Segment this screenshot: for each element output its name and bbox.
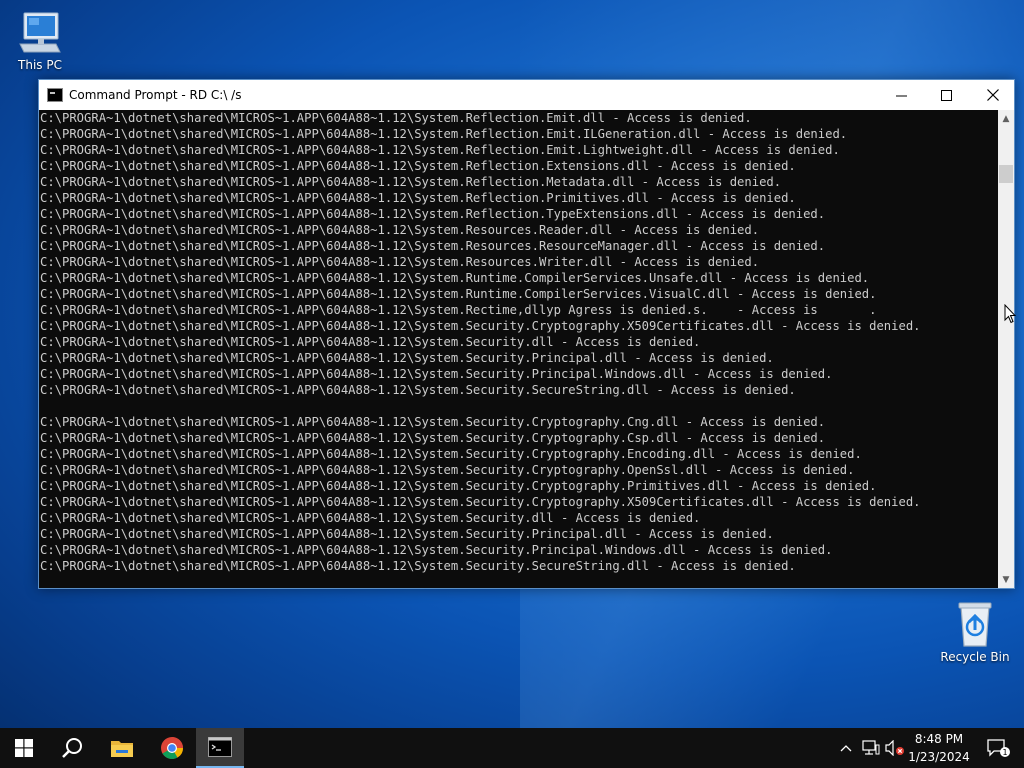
console-line: C:\PROGRA~1\dotnet\shared\MICROS~1.APP\6… (40, 223, 760, 237)
desktop-icon-recycle-bin[interactable]: Recycle Bin (937, 600, 1013, 664)
console-line: C:\PROGRA~1\dotnet\shared\MICROS~1.APP\6… (40, 479, 877, 493)
search-button[interactable] (48, 728, 96, 768)
console-line: C:\PROGRA~1\dotnet\shared\MICROS~1.APP\6… (40, 559, 796, 573)
search-icon (62, 738, 82, 758)
start-button[interactable] (0, 728, 48, 768)
console-line: C:\PROGRA~1\dotnet\shared\MICROS~1.APP\6… (40, 351, 774, 365)
window-titlebar[interactable]: Command Prompt - RD C:\ /s (39, 80, 1014, 110)
console-line: C:\PROGRA~1\dotnet\shared\MICROS~1.APP\6… (40, 303, 877, 317)
window-title: Command Prompt - RD C:\ /s (69, 88, 242, 102)
file-explorer-icon (111, 741, 133, 757)
maximize-button[interactable] (924, 80, 969, 110)
command-prompt-window[interactable]: Command Prompt - RD C:\ /s C:\PROGRA~1\d… (38, 79, 1015, 589)
console-line: C:\PROGRA~1\dotnet\shared\MICROS~1.APP\6… (40, 255, 760, 269)
console-line: C:\PROGRA~1\dotnet\shared\MICROS~1.APP\6… (40, 335, 701, 349)
console-line: C:\PROGRA~1\dotnet\shared\MICROS~1.APP\6… (40, 127, 848, 141)
maximize-icon (941, 89, 952, 101)
recycle-bin-icon (958, 602, 992, 647)
command-prompt-icon (47, 88, 63, 102)
console-output[interactable]: C:\PROGRA~1\dotnet\shared\MICROS~1.APP\6… (39, 110, 998, 588)
network-icon (862, 740, 880, 755)
notification-count: 1 (1002, 748, 1007, 757)
console-line: C:\PROGRA~1\dotnet\shared\MICROS~1.APP\6… (40, 111, 752, 125)
console-line: C:\PROGRA~1\dotnet\shared\MICROS~1.APP\6… (40, 511, 701, 525)
close-button[interactable] (970, 80, 1015, 110)
chevron-up-icon (840, 745, 852, 752)
clock-time: 8:48 PM (914, 732, 964, 746)
console-line: C:\PROGRA~1\dotnet\shared\MICROS~1.APP\6… (40, 143, 840, 157)
clock-date: 1/23/2024 (908, 750, 970, 764)
console-line: C:\PROGRA~1\dotnet\shared\MICROS~1.APP\6… (40, 271, 870, 285)
console-line: C:\PROGRA~1\dotnet\shared\MICROS~1.APP\6… (40, 239, 826, 253)
taskbar: 8:48 PM 1/23/2024 1 (0, 728, 1024, 768)
notification-icon: 1 (987, 739, 1010, 757)
console-line: C:\PROGRA~1\dotnet\shared\MICROS~1.APP\6… (40, 319, 921, 333)
console-line: C:\PROGRA~1\dotnet\shared\MICROS~1.APP\6… (40, 431, 826, 445)
close-icon (986, 89, 999, 101)
console-line: C:\PROGRA~1\dotnet\shared\MICROS~1.APP\6… (40, 495, 921, 509)
console-line: C:\PROGRA~1\dotnet\shared\MICROS~1.APP\6… (40, 415, 826, 429)
taskbar-command-prompt[interactable] (196, 728, 244, 768)
scrollbar-thumb[interactable] (999, 165, 1013, 183)
mouse-cursor-icon (1004, 304, 1016, 324)
taskbar-chrome[interactable] (148, 728, 196, 768)
computer-icon (19, 12, 61, 53)
console-line: C:\PROGRA~1\dotnet\shared\MICROS~1.APP\6… (40, 159, 796, 173)
windows-start-icon (15, 739, 33, 757)
console-line: C:\PROGRA~1\dotnet\shared\MICROS~1.APP\6… (40, 447, 862, 461)
taskbar-clock[interactable]: 8:48 PM 1/23/2024 (902, 730, 976, 766)
console-line: C:\PROGRA~1\dotnet\shared\MICROS~1.APP\6… (40, 287, 877, 301)
console-line: C:\PROGRA~1\dotnet\shared\MICROS~1.APP\6… (40, 463, 855, 477)
action-center-button[interactable]: 1 (980, 728, 1016, 768)
tray-network[interactable] (860, 728, 882, 768)
tray-show-hidden-icons[interactable] (837, 728, 855, 768)
console-line: C:\PROGRA~1\dotnet\shared\MICROS~1.APP\6… (40, 175, 782, 189)
console-line: C:\PROGRA~1\dotnet\shared\MICROS~1.APP\6… (40, 527, 774, 541)
console-line: C:\PROGRA~1\dotnet\shared\MICROS~1.APP\6… (40, 543, 833, 557)
console-line: C:\PROGRA~1\dotnet\shared\MICROS~1.APP\6… (40, 207, 826, 221)
scroll-up-arrow-icon[interactable]: ▲ (998, 110, 1014, 127)
minimize-button[interactable] (879, 80, 924, 110)
desktop-icon-label: This PC (18, 58, 62, 72)
console-line: C:\PROGRA~1\dotnet\shared\MICROS~1.APP\6… (40, 383, 796, 397)
desktop-icon-label: Recycle Bin (940, 650, 1010, 664)
chrome-icon (161, 737, 183, 759)
minimize-icon (896, 95, 907, 96)
vertical-scrollbar[interactable]: ▲ ▼ (998, 110, 1014, 588)
command-prompt-icon (208, 737, 232, 757)
console-line: C:\PROGRA~1\dotnet\shared\MICROS~1.APP\6… (40, 367, 833, 381)
taskbar-file-explorer[interactable] (98, 728, 146, 768)
scroll-down-arrow-icon[interactable]: ▼ (998, 571, 1014, 588)
desktop-icon-this-pc[interactable]: This PC (2, 10, 78, 72)
console-line: C:\PROGRA~1\dotnet\shared\MICROS~1.APP\6… (40, 191, 796, 205)
